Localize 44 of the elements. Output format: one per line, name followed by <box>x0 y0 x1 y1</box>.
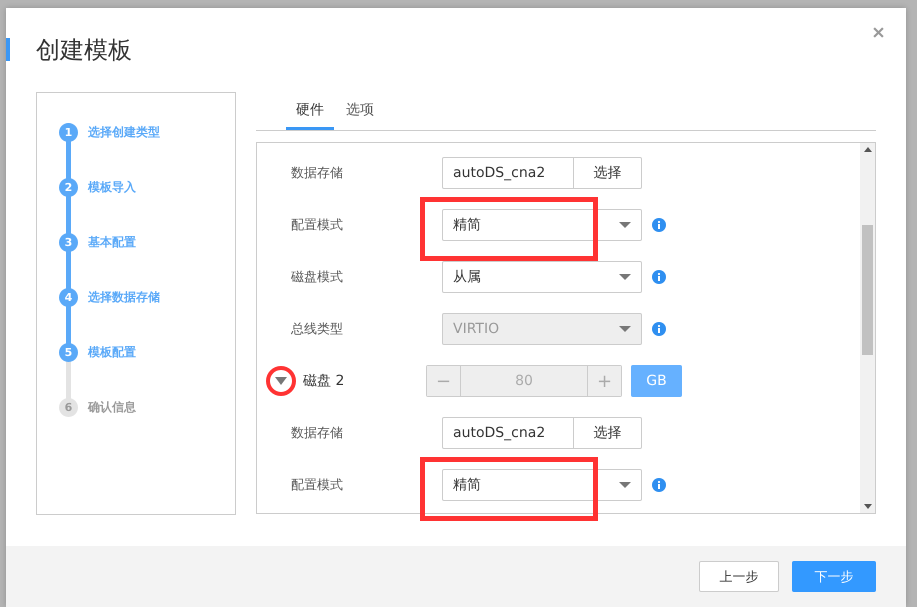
scroll-up-icon[interactable] <box>864 147 872 152</box>
caret-icon <box>619 482 631 488</box>
select-field[interactable]: 精简 <box>442 469 642 501</box>
field-label: 配置模式 <box>291 217 344 234</box>
step-number: 3 <box>59 233 78 252</box>
info-icon[interactable] <box>652 270 666 284</box>
caret-icon <box>619 326 631 332</box>
disk-heading: 磁盘 2 <box>303 372 344 390</box>
field-label: 总线类型 <box>291 321 344 338</box>
caret-icon <box>619 222 631 228</box>
close-icon[interactable] <box>873 27 884 38</box>
size-value: 80 <box>460 366 588 396</box>
step-label: 基本配置 <box>88 234 136 251</box>
select-field[interactable]: 精简 <box>442 209 642 241</box>
tab[interactable]: 硬件 <box>286 92 334 130</box>
dialog-title: 创建模板 <box>36 35 132 66</box>
title-accent-bar <box>6 38 10 61</box>
step-label: 模板配置 <box>88 344 136 361</box>
tab[interactable]: 选项 <box>336 92 384 130</box>
datastore-field[interactable]: autoDS_cna2 <box>442 417 574 449</box>
step-number: 2 <box>59 178 78 197</box>
step-label: 模板导入 <box>88 179 136 196</box>
field-label: 磁盘模式 <box>291 269 344 286</box>
info-icon[interactable] <box>652 478 666 492</box>
info-icon[interactable] <box>652 218 666 232</box>
field-label: 数据存储 <box>291 165 344 182</box>
scrollbar[interactable] <box>860 143 875 513</box>
step-label: 选择创建类型 <box>88 124 160 141</box>
back-button[interactable]: 上一步 <box>699 561 779 592</box>
scroll-thumb[interactable] <box>862 225 873 355</box>
select-button[interactable]: 选择 <box>574 417 642 449</box>
select-button[interactable]: 选择 <box>574 157 642 189</box>
scroll-down-icon[interactable] <box>864 504 872 509</box>
step-number: 5 <box>59 343 78 362</box>
step-number: 6 <box>59 398 78 417</box>
field-label: 数据存储 <box>291 425 344 442</box>
step-number: 4 <box>59 288 78 307</box>
step-label: 选择数据存储 <box>88 289 160 306</box>
select-field[interactable]: 从属 <box>442 261 642 293</box>
field-label: 配置模式 <box>291 477 344 494</box>
step-label: 确认信息 <box>88 399 136 416</box>
caret-icon <box>619 274 631 280</box>
step-number: 1 <box>59 123 78 142</box>
datastore-field[interactable]: autoDS_cna2 <box>442 157 574 189</box>
